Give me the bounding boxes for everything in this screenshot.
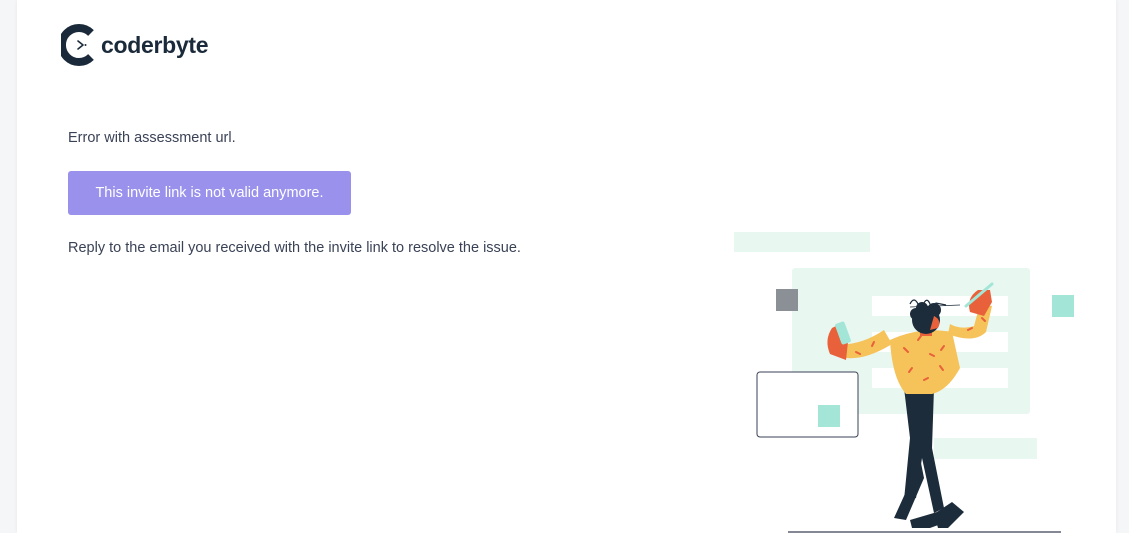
invite-invalid-button[interactable]: This invite link is not valid anymore.: [68, 171, 351, 215]
coderbyte-logo-icon: [61, 24, 94, 66]
main-card: coderbyte Error with assessment url. Thi…: [17, 0, 1116, 533]
person-writing-illustration: [734, 232, 1074, 533]
reply-instruction: Reply to the email you received with the…: [68, 240, 521, 256]
error-title: Error with assessment url.: [68, 130, 236, 146]
coderbyte-logo[interactable]: coderbyte: [61, 24, 209, 66]
brand-name: coderbyte: [101, 31, 209, 58]
